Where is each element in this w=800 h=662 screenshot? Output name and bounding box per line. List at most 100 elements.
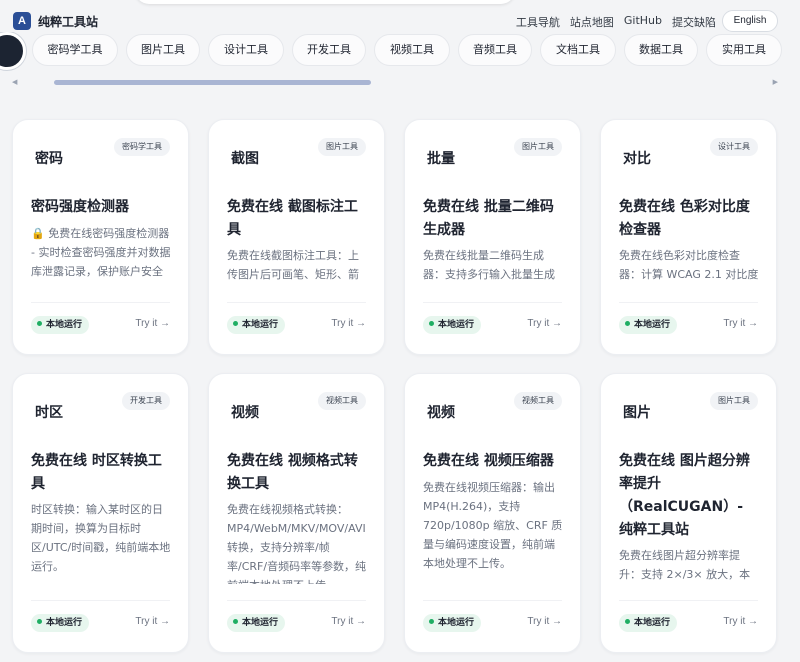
try-it-link[interactable]: Try it →: [135, 318, 170, 329]
tool-card[interactable]: 截图 图片工具 免费在线 截图标注工具 免费在线截图标注工具：上传图片后可画笔、…: [208, 119, 385, 355]
card-divider: [31, 600, 170, 601]
local-run-badge: 本地运行: [31, 316, 90, 334]
category-pill-crypto[interactable]: 密码学工具: [32, 34, 118, 66]
local-run-label: 本地运行: [242, 618, 279, 628]
try-it-link[interactable]: Try it →: [723, 616, 758, 627]
try-it-link[interactable]: Try it →: [331, 616, 366, 627]
tool-card[interactable]: 时区 开发工具 免费在线 时区转换工具 时区转换：输入某时区的日期时间，换算为目…: [12, 373, 189, 653]
card-category-tag: 视频工具: [514, 392, 562, 410]
card-icon-label: 图片: [623, 405, 651, 421]
card-title[interactable]: 免费在线 批量二维码生成器: [423, 196, 565, 242]
card-icon-label: 密码: [35, 151, 63, 167]
try-it-link[interactable]: Try it →: [527, 318, 562, 329]
nav-link-github[interactable]: GitHub: [624, 14, 662, 30]
card-divider: [227, 302, 366, 303]
category-pill-video[interactable]: 视频工具: [374, 34, 450, 66]
nav-link-sitemap[interactable]: 站点地图: [570, 14, 614, 30]
scroll-left-arrow-icon[interactable]: ◀: [12, 78, 17, 86]
card-title[interactable]: 免费在线 色彩对比度检查器: [619, 196, 761, 242]
category-scrollbar[interactable]: ◀ ▶: [12, 78, 778, 86]
card-category-tag: 图片工具: [710, 392, 758, 410]
scroll-right-arrow-icon[interactable]: ▶: [773, 78, 778, 86]
local-run-badge: 本地运行: [423, 614, 482, 632]
category-pill-dev[interactable]: 开发工具: [292, 34, 366, 66]
card-icon-label: 视频: [427, 405, 455, 421]
card-title[interactable]: 密码强度检测器: [31, 196, 173, 219]
local-run-label: 本地运行: [634, 618, 671, 628]
local-run-label: 本地运行: [46, 320, 83, 330]
card-title[interactable]: 免费在线 视频压缩器: [423, 450, 565, 473]
local-run-label: 本地运行: [242, 320, 279, 330]
card-title[interactable]: 免费在线 视频格式转换工具: [227, 450, 369, 496]
status-dot-icon: [233, 321, 238, 326]
category-pill-document[interactable]: 文档工具: [540, 34, 616, 66]
local-run-badge: 本地运行: [619, 316, 678, 334]
category-pill-image[interactable]: 图片工具: [126, 34, 200, 66]
language-toggle-button[interactable]: English: [722, 10, 778, 32]
card-divider: [227, 600, 366, 601]
tool-card[interactable]: 视频 视频工具 免费在线 视频压缩器 免费在线视频压缩器：输出MP4(H.264…: [404, 373, 581, 653]
card-category-tag: 视频工具: [318, 392, 366, 410]
card-description: 🔒 免费在线密码强度检测器 - 实时检查密码强度并对数据库泄露记录，保护账户安全: [31, 227, 171, 278]
tool-card[interactable]: 对比 设计工具 免费在线 色彩对比度检查器 免费在线色彩对比度检查器：计算 WC…: [600, 119, 777, 355]
category-pill-design[interactable]: 设计工具: [208, 34, 284, 66]
try-it-link[interactable]: Try it →: [135, 616, 170, 627]
card-icon-label: 对比: [623, 151, 651, 167]
card-title[interactable]: 免费在线 图片超分辨率提升（RealCUGAN）- 纯粹工具站: [619, 450, 761, 542]
category-bar: 密码学工具 图片工具 设计工具 开发工具 视频工具 音频工具 文档工具 数据工具…: [0, 32, 800, 72]
status-dot-icon: [233, 619, 238, 624]
try-it-link[interactable]: Try it →: [331, 318, 366, 329]
nav-link-tool-nav[interactable]: 工具导航: [516, 14, 560, 30]
card-category-tag: 密码学工具: [114, 138, 170, 156]
card-icon-label: 批量: [427, 151, 455, 167]
status-dot-icon: [625, 321, 630, 326]
avatar[interactable]: [0, 32, 26, 70]
category-pill-audio[interactable]: 音频工具: [458, 34, 532, 66]
tool-card[interactable]: 视频 视频工具 免费在线 视频格式转换工具 免费在线视频格式转换：MP4/Web…: [208, 373, 385, 653]
top-search-bar[interactable]: [135, 0, 515, 4]
card-category-tag: 设计工具: [710, 138, 758, 156]
card-divider: [619, 600, 758, 601]
local-run-label: 本地运行: [634, 320, 671, 330]
card-description: 免费在线视频格式转换：MP4/WebM/MKV/MOV/AVI 转换，支持分辨率…: [227, 503, 367, 584]
local-run-badge: 本地运行: [423, 316, 482, 334]
try-it-link[interactable]: Try it →: [527, 616, 562, 627]
local-run-badge: 本地运行: [619, 614, 678, 632]
site-logo[interactable]: A: [13, 12, 31, 30]
status-dot-icon: [37, 619, 42, 624]
card-icon-label: 视频: [231, 405, 259, 421]
tool-card[interactable]: 批量 图片工具 免费在线 批量二维码生成器 免费在线批量二维码生成器：支持多行输…: [404, 119, 581, 355]
status-dot-icon: [429, 321, 434, 326]
card-title[interactable]: 免费在线 截图标注工具: [227, 196, 369, 242]
category-pill-data[interactable]: 数据工具: [624, 34, 698, 66]
local-run-label: 本地运行: [438, 618, 475, 628]
status-dot-icon: [429, 619, 434, 624]
status-dot-icon: [625, 619, 630, 624]
local-run-badge: 本地运行: [227, 316, 286, 334]
card-description: 免费在线图片超分辨率提升：支持 2×/3× 放大，本地运行: [619, 549, 751, 581]
card-description: 时区转换：输入某时区的日期时间，换算为目标时区/UTC/时间戳，纯前端本地运行。: [31, 503, 171, 573]
card-divider: [31, 302, 170, 303]
tool-card[interactable]: 图片 图片工具 免费在线 图片超分辨率提升（RealCUGAN）- 纯粹工具站 …: [600, 373, 777, 653]
card-description: 免费在线视频压缩器：输出MP4(H.264)，支持720p/1080p 缩放、C…: [423, 481, 563, 570]
nav-link-report-bug[interactable]: 提交缺陷: [672, 14, 716, 30]
category-pill-utility[interactable]: 实用工具: [706, 34, 782, 66]
status-dot-icon: [37, 321, 42, 326]
card-icon-label: 时区: [35, 405, 63, 421]
card-description: 免费在线截图标注工具：上传图片后可画笔、矩形、箭头、文字标注: [227, 249, 359, 281]
try-it-link[interactable]: Try it →: [723, 318, 758, 329]
local-run-label: 本地运行: [438, 320, 475, 330]
local-run-label: 本地运行: [46, 618, 83, 628]
card-title[interactable]: 免费在线 时区转换工具: [31, 450, 173, 496]
card-description: 免费在线色彩对比度检查器：计算 WCAG 2.1 对比度: [619, 249, 759, 281]
site-name[interactable]: 纯粹工具站: [38, 13, 98, 30]
card-category-tag: 图片工具: [318, 138, 366, 156]
scrollbar-thumb[interactable]: [54, 80, 371, 85]
card-divider: [423, 600, 562, 601]
card-category-tag: 开发工具: [122, 392, 170, 410]
card-icon-label: 截图: [231, 151, 259, 167]
local-run-badge: 本地运行: [31, 614, 90, 632]
card-divider: [619, 302, 758, 303]
card-divider: [423, 302, 562, 303]
tool-card[interactable]: 密码 密码学工具 密码强度检测器 🔒 免费在线密码强度检测器 - 实时检查密码强…: [12, 119, 189, 355]
